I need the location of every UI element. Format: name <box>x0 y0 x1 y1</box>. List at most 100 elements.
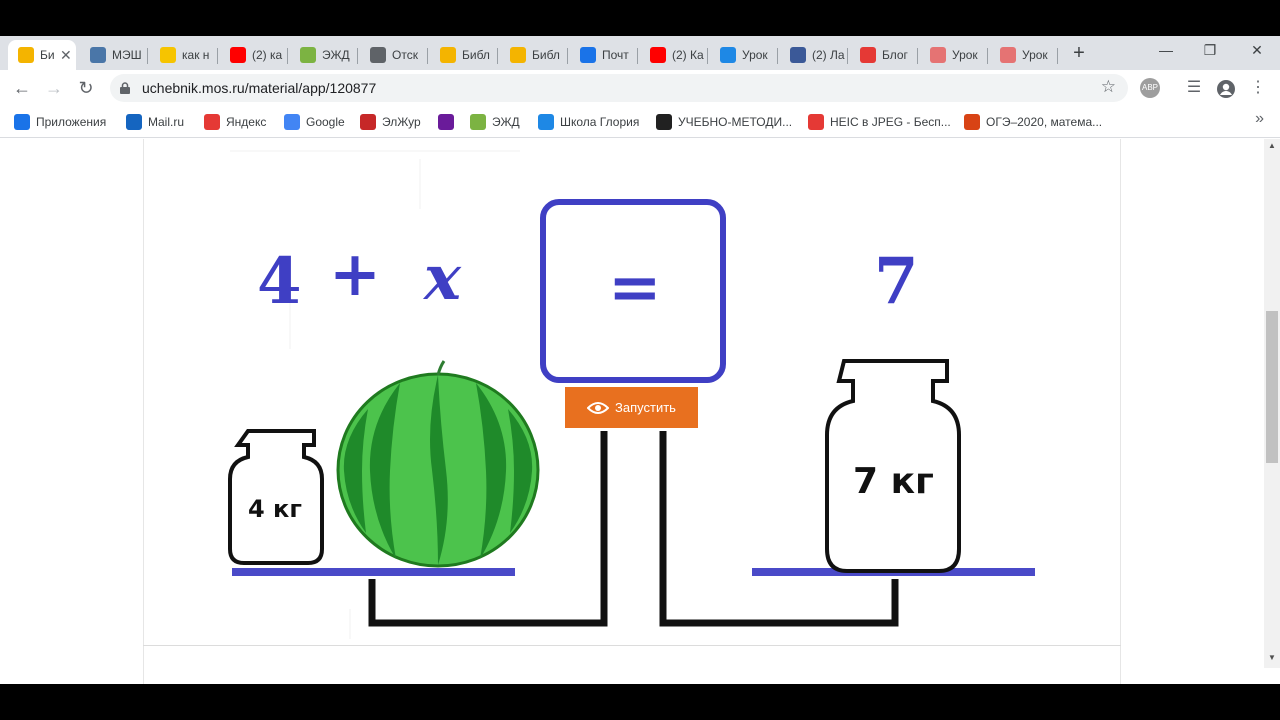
tab[interactable]: Отск <box>360 40 428 70</box>
bookmarks-more-icon[interactable]: » <box>1255 110 1264 128</box>
equation-left-number: 4 <box>257 244 302 319</box>
globe-icon <box>370 47 386 63</box>
school-icon <box>538 114 554 130</box>
bookmark-label: Mail.ru <box>148 115 185 129</box>
forward-button[interactable]: → <box>42 76 66 100</box>
watermelon-image <box>336 360 540 568</box>
tab-separator <box>777 48 778 64</box>
tab[interactable]: Урок <box>920 40 988 70</box>
run-button-label: Запустить <box>615 400 676 415</box>
equation-plus-sign: + <box>329 237 381 310</box>
tab-separator <box>357 48 358 64</box>
bookmark-star-icon[interactable]: ☆ <box>1101 77 1116 97</box>
reload-button[interactable]: ↻ <box>74 76 98 100</box>
tab[interactable]: Библ <box>500 40 568 70</box>
journal-icon <box>300 47 316 63</box>
tab[interactable]: МЭШ <box>80 40 148 70</box>
right-weight-label: 7 кг <box>853 461 934 502</box>
close-tab-icon[interactable]: ✕ <box>60 47 72 64</box>
bookmark-label: Яндекс <box>226 115 267 129</box>
bookmark-item[interactable]: HEIC в JPEG - Бесп... <box>808 112 951 132</box>
google-icon <box>284 114 300 130</box>
tab-separator <box>847 48 848 64</box>
tab-separator <box>427 48 428 64</box>
bookmark-label: ОГЭ–2020, матема... <box>986 115 1103 129</box>
equation-variable: x <box>424 241 461 314</box>
tab[interactable]: (2) Ка <box>640 40 708 70</box>
book-blue-icon <box>720 47 736 63</box>
bookmark-item[interactable]: Приложения <box>14 112 106 132</box>
tab[interactable]: ЭЖД <box>290 40 358 70</box>
page-content: 4 + x = 7 Запустить 4 кг 7 кг ▲ ▼ <box>0 139 1280 684</box>
new-tab-button[interactable]: + <box>1068 42 1090 64</box>
scroll-thumb[interactable] <box>1266 311 1278 463</box>
close-window-button[interactable]: ✕ <box>1245 42 1269 62</box>
back-button[interactable]: ← <box>10 76 34 100</box>
bookmark-item[interactable]: ЭлЖур <box>360 112 421 132</box>
bookmark-item[interactable]: ОГЭ–2020, матема... <box>964 112 1102 132</box>
bookmark-item[interactable]: УЧЕБНО-МЕТОДИ... <box>656 112 792 132</box>
bookmark-item[interactable]: Google <box>284 112 345 132</box>
bookmark-item[interactable]: Яндекс <box>204 112 266 132</box>
book-icon <box>440 47 456 63</box>
lock-icon <box>120 82 130 94</box>
tab-title: Урок <box>1022 48 1048 62</box>
restore-button[interactable]: ❐ <box>1198 42 1222 62</box>
bookmark-label: ЭЖД <box>492 115 520 129</box>
elzhur-icon <box>360 114 376 130</box>
vertical-scrollbar[interactable]: ▲ ▼ <box>1264 139 1280 668</box>
tab-title: (2) Ла <box>812 48 845 62</box>
tab[interactable]: Урок <box>990 40 1058 70</box>
tab-separator <box>1057 48 1058 64</box>
tab-title: как н <box>182 48 210 62</box>
left-weight-label: 4 кг <box>248 495 302 523</box>
bookmark-item[interactable] <box>438 112 460 132</box>
tab-separator <box>987 48 988 64</box>
tab[interactable]: Блог <box>850 40 918 70</box>
menu-icon[interactable]: ⋮ <box>1246 76 1270 100</box>
tab-separator <box>637 48 638 64</box>
tab-title: МЭШ <box>112 48 142 62</box>
bookmark-item[interactable]: Mail.ru <box>126 112 184 132</box>
bookmark-item[interactable]: ЭЖД <box>470 112 520 132</box>
bookmark-label: Школа Глория <box>560 115 640 129</box>
tab[interactable]: Би ✕ <box>8 40 76 70</box>
adblock-icon[interactable]: ABP <box>1140 78 1160 98</box>
tab[interactable]: как н <box>150 40 218 70</box>
media-control-icon[interactable]: ☰ <box>1182 76 1206 100</box>
book-icon <box>510 47 526 63</box>
tab-separator <box>567 48 568 64</box>
tab[interactable]: Библ <box>430 40 498 70</box>
equation-right-number: 7 <box>874 244 919 319</box>
tab-title: Блог <box>882 48 908 62</box>
facebook-icon <box>790 47 806 63</box>
bookmark-item[interactable]: Школа Глория <box>538 112 639 132</box>
scroll-up-arrow[interactable]: ▲ <box>1268 141 1276 150</box>
tab[interactable]: Урок <box>710 40 778 70</box>
scroll-down-arrow[interactable]: ▼ <box>1268 653 1276 662</box>
blog-icon <box>860 47 876 63</box>
play-icon <box>160 47 176 63</box>
tab[interactable]: (2) ка <box>220 40 288 70</box>
minimize-button[interactable]: — <box>1154 42 1178 62</box>
equation-equals-sign: = <box>608 250 662 325</box>
heic-icon <box>808 114 824 130</box>
lesson-icon <box>930 47 946 63</box>
yandex-icon <box>204 114 220 130</box>
address-bar[interactable]: uchebnik.mos.ru/material/app/120877 ☆ <box>110 74 1128 102</box>
lesson-icon <box>1000 47 1016 63</box>
tab[interactable]: (2) Ла <box>780 40 848 70</box>
tab-title: ЭЖД <box>322 48 350 62</box>
tab-separator <box>147 48 148 64</box>
tab-title: Библ <box>532 48 560 62</box>
tab[interactable]: Почт <box>570 40 638 70</box>
tab-title: (2) Ка <box>672 48 704 62</box>
tab-separator <box>917 48 918 64</box>
tab-title: Отск <box>392 48 418 62</box>
run-button[interactable]: Запустить <box>565 387 698 428</box>
bookmark-label: HEIC в JPEG - Бесп... <box>830 115 951 129</box>
bookmark-label: Google <box>306 115 345 129</box>
tab-separator <box>287 48 288 64</box>
profile-icon[interactable] <box>1216 79 1236 99</box>
tab-separator <box>497 48 498 64</box>
